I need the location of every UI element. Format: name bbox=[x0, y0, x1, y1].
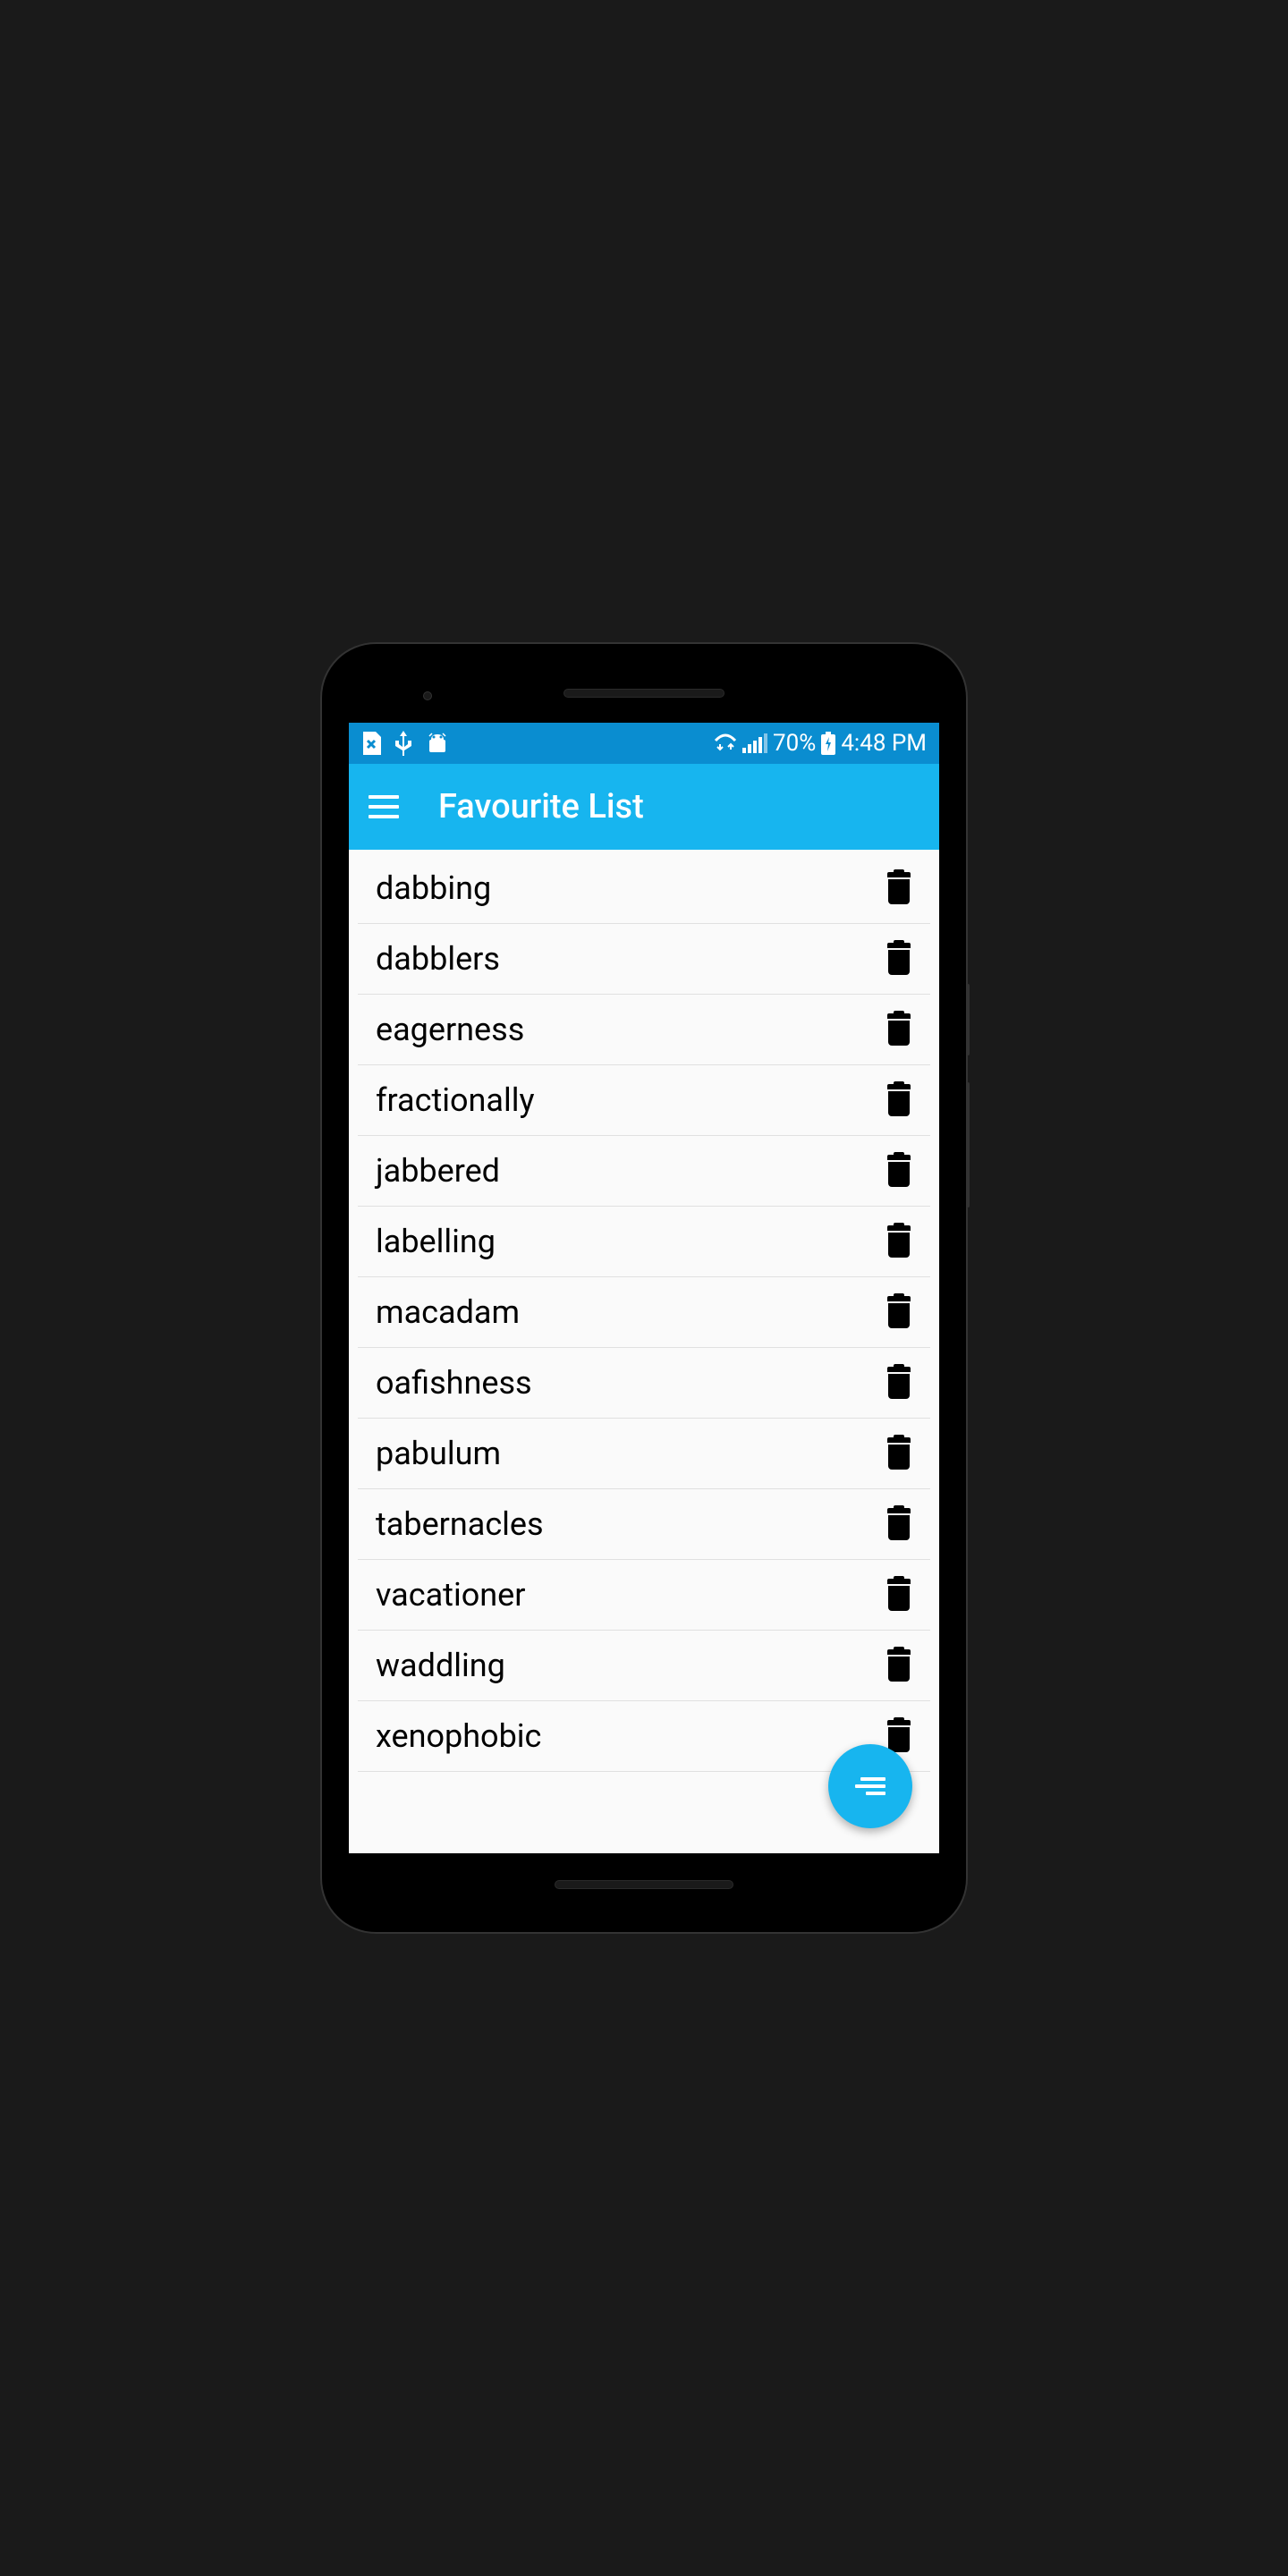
app-bar: Favourite List bbox=[349, 764, 939, 850]
screen: 70% 4:48 PM Favourite List dabbing bbox=[349, 723, 939, 1853]
trash-icon[interactable] bbox=[886, 1437, 912, 1470]
trash-icon[interactable] bbox=[886, 1579, 912, 1611]
sort-icon bbox=[855, 1777, 886, 1795]
trash-icon[interactable] bbox=[886, 943, 912, 975]
battery-percent: 70% bbox=[773, 730, 816, 757]
status-left-icons bbox=[361, 731, 449, 756]
trash-icon[interactable] bbox=[886, 1296, 912, 1328]
word-label: fractionally bbox=[376, 1081, 535, 1119]
word-label: dabbing bbox=[376, 869, 491, 907]
word-label: tabernacles bbox=[376, 1505, 544, 1543]
trash-icon[interactable] bbox=[886, 1013, 912, 1046]
word-label: macadam bbox=[376, 1293, 520, 1331]
list-item[interactable]: jabbered bbox=[358, 1136, 930, 1207]
list-item[interactable]: dabblers bbox=[358, 924, 930, 995]
list-item[interactable]: pabulum bbox=[358, 1419, 930, 1489]
list-item[interactable]: dabbing bbox=[358, 850, 930, 924]
file-error-icon bbox=[361, 732, 381, 755]
sort-fab-button[interactable] bbox=[828, 1744, 912, 1828]
trash-icon[interactable] bbox=[886, 1225, 912, 1258]
favourite-list[interactable]: dabbing dabblers eagerness fractionally … bbox=[349, 850, 939, 1853]
word-label: vacationer bbox=[376, 1576, 525, 1614]
word-label: oafishness bbox=[376, 1364, 532, 1402]
word-label: jabbered bbox=[376, 1152, 500, 1190]
word-label: waddling bbox=[376, 1647, 505, 1684]
word-label: labelling bbox=[376, 1223, 496, 1260]
signal-icon bbox=[742, 733, 767, 753]
list-item[interactable]: labelling bbox=[358, 1207, 930, 1277]
menu-icon[interactable] bbox=[367, 788, 401, 826]
trash-icon[interactable] bbox=[886, 1084, 912, 1116]
word-label: eagerness bbox=[376, 1011, 524, 1048]
trash-icon[interactable] bbox=[886, 1508, 912, 1540]
trash-icon[interactable] bbox=[886, 1155, 912, 1187]
trash-icon[interactable] bbox=[886, 1367, 912, 1399]
list-item[interactable]: fractionally bbox=[358, 1065, 930, 1136]
list-item[interactable]: oafishness bbox=[358, 1348, 930, 1419]
android-debug-icon bbox=[426, 733, 449, 754]
trash-icon[interactable] bbox=[886, 1720, 912, 1752]
page-title: Favourite List bbox=[438, 787, 644, 826]
wifi-sync-icon bbox=[714, 733, 737, 753]
volume-button bbox=[966, 1082, 970, 1208]
phone-device-frame: 70% 4:48 PM Favourite List dabbing bbox=[322, 644, 966, 1932]
trash-icon[interactable] bbox=[886, 872, 912, 904]
word-label: dabblers bbox=[376, 940, 500, 978]
usb-icon bbox=[395, 731, 411, 756]
status-bar: 70% 4:48 PM bbox=[349, 723, 939, 764]
phone-bottom-speaker bbox=[555, 1880, 733, 1889]
word-label: pabulum bbox=[376, 1435, 501, 1472]
word-label: xenophobic bbox=[376, 1717, 541, 1755]
status-right-icons: 70% 4:48 PM bbox=[714, 730, 927, 757]
list-item[interactable]: macadam bbox=[358, 1277, 930, 1348]
list-item[interactable]: vacationer bbox=[358, 1560, 930, 1631]
phone-speaker bbox=[564, 689, 724, 698]
list-item[interactable]: eagerness bbox=[358, 995, 930, 1065]
battery-charging-icon bbox=[821, 732, 835, 755]
list-item[interactable]: tabernacles bbox=[358, 1489, 930, 1560]
trash-icon[interactable] bbox=[886, 1649, 912, 1682]
phone-camera bbox=[423, 691, 432, 700]
power-button bbox=[966, 984, 970, 1055]
clock-time: 4:48 PM bbox=[841, 730, 927, 757]
list-item[interactable]: waddling bbox=[358, 1631, 930, 1701]
